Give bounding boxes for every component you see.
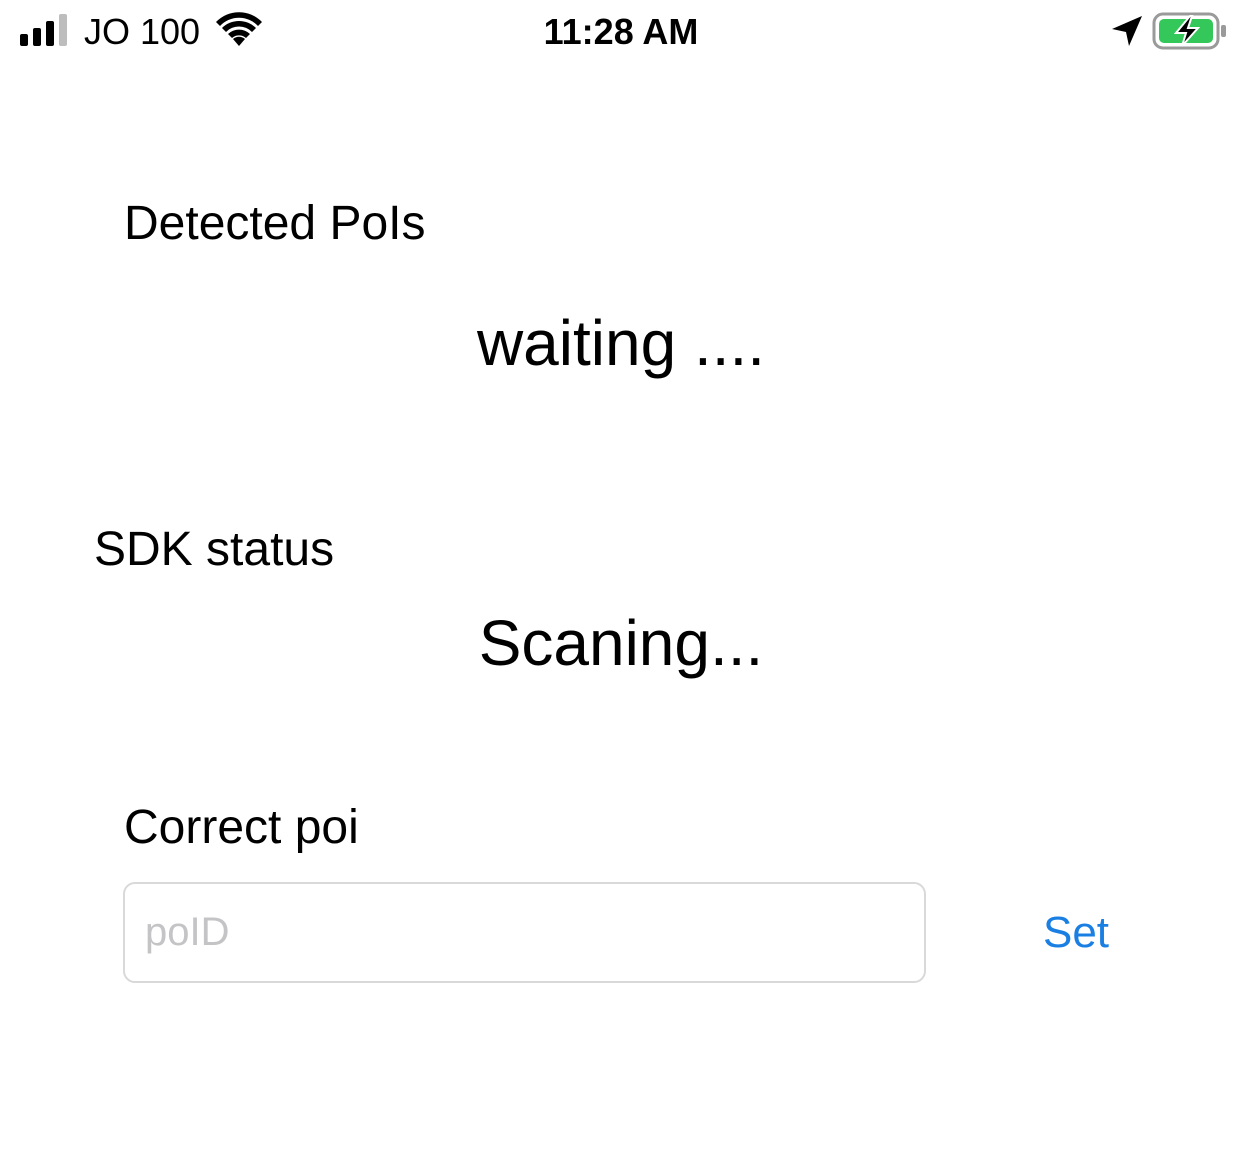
sdk-status-value: Scaning... xyxy=(478,607,764,679)
sdk-status-label: SDK status xyxy=(94,523,335,576)
correct-poi-label: Correct poi xyxy=(124,801,359,854)
detected-pois-label: Detected PoIs xyxy=(124,197,426,250)
status-time: 11:28 AM xyxy=(543,11,699,52)
location-arrow-icon xyxy=(1112,16,1142,46)
app-screen: JO 100 11:28 AM Detected PoIs waiting ..… xyxy=(0,0,1242,1176)
battery-charging-icon xyxy=(1152,12,1226,50)
detected-pois-value: waiting .... xyxy=(476,307,766,379)
set-button[interactable]: Set xyxy=(1020,902,1132,964)
poi-id-input[interactable] xyxy=(123,882,926,983)
status-bar: JO 100 11:28 AM xyxy=(0,0,1242,66)
